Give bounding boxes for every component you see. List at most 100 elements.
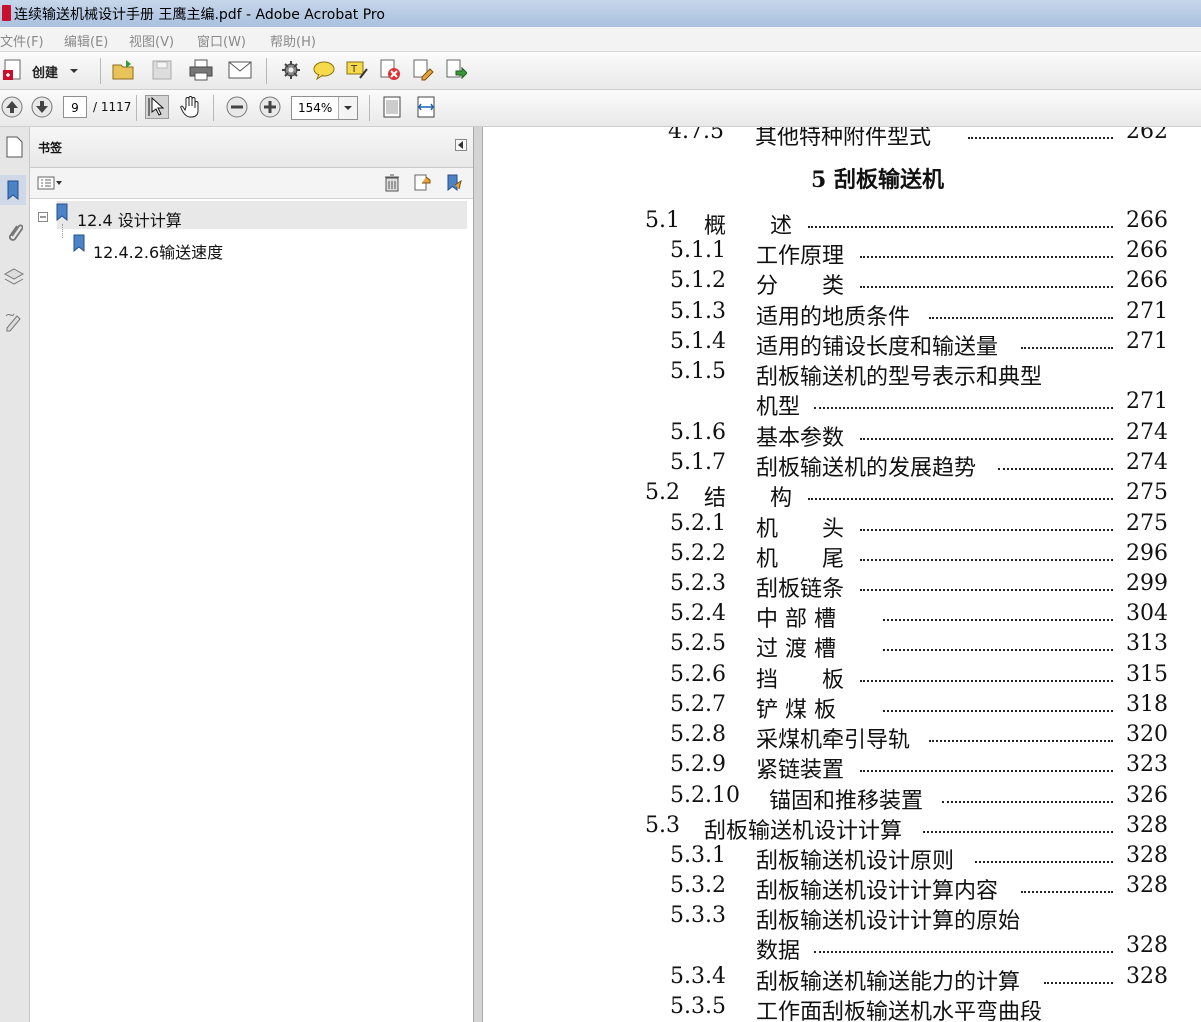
email-icon[interactable]: [228, 58, 252, 82]
toc-entry-page: 326: [1126, 783, 1168, 808]
create-pdf-icon[interactable]: [2, 58, 26, 82]
tree-collapse-toggle[interactable]: [38, 207, 48, 226]
toc-leader-dots: [860, 286, 1113, 288]
menu-file[interactable]: 文件(F): [0, 31, 44, 50]
toc-entry-page: 275: [1126, 511, 1168, 536]
toc-entry-title: 刮板链条: [756, 577, 845, 602]
toc-entry-title: 挡 板: [756, 668, 845, 693]
menu-bar: 文件(F) 编辑(E) 视图(V) 窗口(W) 帮助(H): [0, 27, 1201, 52]
secure-document-icon[interactable]: [378, 58, 402, 82]
toc-entry-number: 5.3.2: [670, 873, 726, 898]
toc-entry-title: 刮板输送机设计计算: [704, 819, 903, 844]
toc-entry-title: 结 构: [704, 486, 793, 511]
zoom-in-icon[interactable]: [258, 95, 282, 119]
toc-leader-dots: [860, 559, 1113, 561]
toc-entry-page: 299: [1126, 571, 1168, 596]
toc-leader-dots: [1021, 347, 1113, 349]
page-thumbnails-icon[interactable]: [2, 135, 26, 159]
toc-entry-title: 刮板输送机的型号表示和典型: [756, 365, 1043, 390]
toc-entry-title: 基本参数: [756, 426, 845, 451]
select-tool-icon[interactable]: [145, 95, 169, 119]
toc-entry-page: 275: [1126, 480, 1168, 505]
highlight-text-icon[interactable]: T: [345, 58, 369, 82]
bookmark-item-12-4[interactable]: 12.4 设计计算: [77, 207, 182, 231]
new-bookmark-icon[interactable]: [410, 171, 434, 195]
zoom-value: 154%: [298, 101, 333, 115]
toc-entry-number: 5.2.7: [670, 692, 726, 717]
attachments-icon[interactable]: [2, 221, 26, 245]
toc-entry-title: 锚固和推移装置: [769, 789, 924, 814]
open-folder-icon[interactable]: [112, 58, 136, 82]
previous-page-icon[interactable]: [0, 95, 24, 119]
toc-leader-dots: [929, 740, 1113, 742]
fit-page-icon[interactable]: [380, 95, 404, 119]
toc-entry-number: 5.1.4: [670, 329, 726, 354]
toc-entry-title: 机 头: [756, 517, 845, 542]
bookmark-icon: [71, 233, 87, 253]
zoom-out-icon[interactable]: [225, 95, 249, 119]
toc-entry-title: 工作面刮板输送机水平弯曲段: [756, 1000, 1043, 1022]
bookmark-item-12-4-2-6[interactable]: 12.4.2.6输送速度: [93, 239, 223, 263]
zoom-select[interactable]: 154%: [291, 96, 358, 120]
save-icon[interactable]: [150, 58, 174, 82]
toc-entry-number: 5.1.7: [670, 450, 726, 475]
page-number-input[interactable]: 9: [63, 96, 87, 118]
sign-document-icon[interactable]: [411, 58, 435, 82]
toc-entry-title: 刮板输送机的发展趋势: [756, 456, 977, 481]
chevron-down-icon[interactable]: [338, 97, 357, 119]
bookmarks-icon[interactable]: [0, 175, 26, 205]
print-icon[interactable]: [189, 58, 213, 82]
signatures-icon[interactable]: [2, 309, 26, 333]
toc-entry-number: 5.2.8: [670, 722, 726, 747]
toc-entry-page: 323: [1126, 752, 1168, 777]
create-button[interactable]: 创建: [32, 62, 58, 81]
toc-entry-page: 313: [1126, 631, 1168, 656]
gear-icon[interactable]: [279, 58, 303, 82]
toc-entry-page: 274: [1126, 450, 1168, 475]
toc-leader-dots: [814, 407, 1113, 409]
fit-width-icon[interactable]: [414, 95, 438, 119]
toc-leader-dots: [968, 137, 1113, 139]
toc-entry-number: 5.3.3: [670, 903, 726, 928]
menu-edit[interactable]: 编辑(E): [64, 31, 108, 50]
collapse-panel-icon[interactable]: [455, 139, 467, 151]
toc-leader-dots: [860, 256, 1113, 258]
menu-help[interactable]: 帮助(H): [270, 31, 316, 50]
toc-leader-dots: [808, 226, 1113, 228]
toc-leader-dots: [860, 438, 1113, 440]
toc-leader-dots: [860, 680, 1113, 682]
menu-view[interactable]: 视图(V): [129, 31, 174, 50]
toc-leader-dots: [1021, 891, 1113, 893]
delete-bookmark-icon[interactable]: [380, 171, 404, 195]
toc-entry-title: 机型: [756, 395, 801, 420]
toc-leader-dots: [883, 619, 1113, 621]
toc-entry-number: 5.3.1: [670, 843, 726, 868]
toc-entry-number: 5.3: [645, 813, 680, 838]
bookmarks-panel-toolbar: [30, 168, 473, 199]
toc-entry-title: 过 渡 槽: [756, 637, 836, 662]
toc-entry-number: 5.2: [645, 480, 680, 505]
chevron-down-icon[interactable]: [68, 59, 80, 83]
toc-entry-title: 紧链装置: [756, 758, 845, 783]
toc-entry-page: 328: [1126, 933, 1168, 958]
layers-icon[interactable]: [2, 265, 26, 289]
navigation-pane-strip: [0, 127, 30, 1022]
bookmark-icon: [54, 202, 70, 222]
toc-entry-number: 5.2.1: [670, 511, 726, 536]
hand-tool-icon[interactable]: [178, 95, 202, 119]
review-document-icon[interactable]: [444, 58, 468, 82]
title-bar: 连续输送机械设计手册 王鹰主编.pdf - Adobe Acrobat Pro: [0, 0, 1201, 28]
toc-entry-title: 机 尾: [756, 547, 845, 572]
toc-leader-dots: [860, 529, 1113, 531]
comment-icon[interactable]: [312, 58, 336, 82]
expand-bookmark-icon[interactable]: [442, 171, 466, 195]
toc-entry-number: 5.1.5: [670, 359, 726, 384]
options-menu-icon[interactable]: [36, 171, 64, 195]
panel-splitter[interactable]: [473, 127, 483, 1022]
toc-entry-number: 5.1.3: [670, 299, 726, 324]
next-page-icon[interactable]: [30, 95, 54, 119]
toc-entry-page: 271: [1126, 329, 1168, 354]
chapter-title: 5 刮板输送机: [811, 167, 944, 193]
bookmarks-panel-header: 书签: [30, 127, 473, 168]
menu-window[interactable]: 窗口(W): [197, 31, 246, 50]
